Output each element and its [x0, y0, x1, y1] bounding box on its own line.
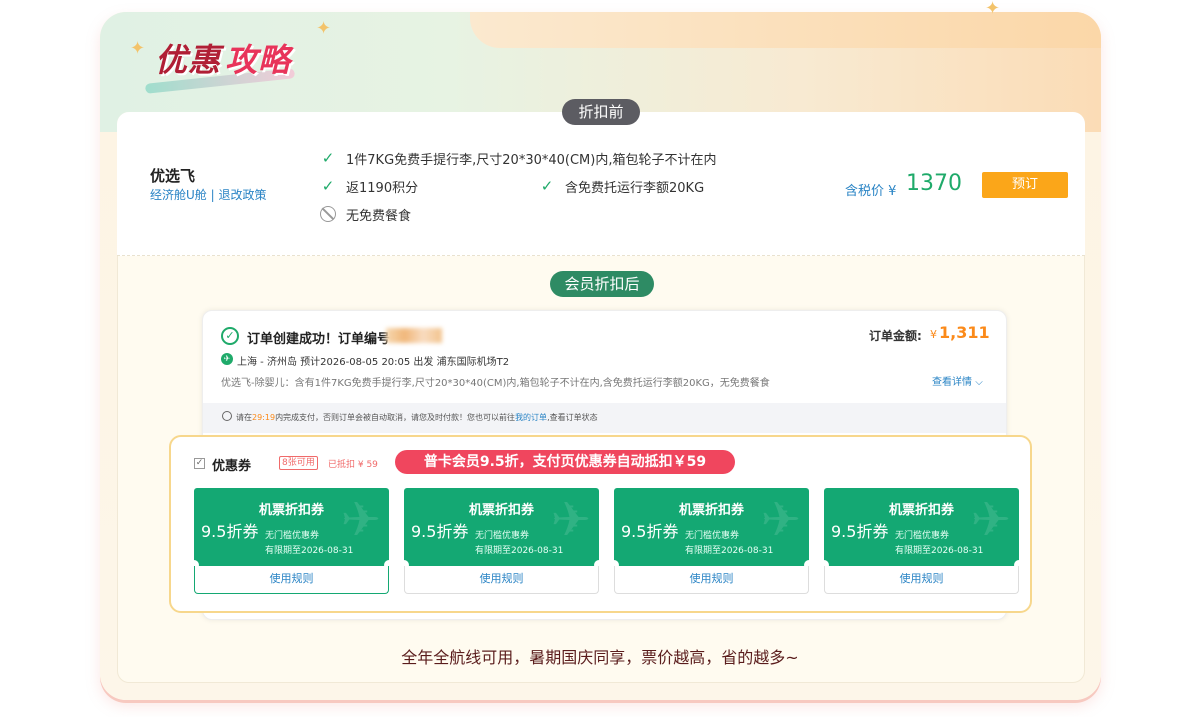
- sparkle-icon: ✦: [316, 18, 332, 39]
- coupon-expiry: 有限期至2026-08-31: [265, 546, 354, 556]
- see-details-label: 查看详情: [932, 377, 972, 388]
- airline-name: 优选飞: [150, 167, 196, 185]
- coupon-discount: 9.5折券: [201, 522, 259, 541]
- coupon-expiry: 有限期至2026-08-31: [685, 546, 774, 556]
- see-details-link[interactable]: 查看详情 ⌵: [932, 373, 983, 388]
- clock-icon: [222, 411, 232, 421]
- deducted-amount: 已抵扣 ¥ 59: [328, 460, 378, 470]
- usage-rules-button[interactable]: 使用规则: [614, 566, 809, 594]
- my-orders-link[interactable]: 我的订单: [515, 413, 547, 422]
- slogan: 全年全航线可用，暑期国庆同享，票价越高，省的越多~: [401, 648, 799, 667]
- chevron-down-icon: ⌵: [975, 377, 983, 388]
- after-discount-label: 会员折扣后: [550, 271, 654, 297]
- coupon-card[interactable]: ✈ 机票折扣券 9.5折券 无门槛优惠券 有限期至2026-08-31 使用规则: [189, 488, 394, 594]
- sparkle-icon: ✦: [130, 38, 146, 59]
- order-amount: ¥1,311: [930, 323, 990, 342]
- book-button[interactable]: 预订: [982, 172, 1068, 198]
- coupon-threshold: 无门槛优惠券: [265, 531, 320, 541]
- notice-text: 内完成支付，否则订单会被自动取消，请您及时付款！您也可以前往: [275, 413, 516, 422]
- feature-item: ✓ 1件7KG免费手提行李,尺寸20*30*40(CM)内,箱包轮子不计在内: [320, 149, 717, 168]
- check-icon: ✓: [321, 177, 335, 195]
- price-value: 1370: [906, 171, 962, 196]
- flight-route: 上海 - 济州岛 预计2026-08-05 20:05 出发 浦东国际机场T2: [237, 357, 510, 368]
- header-band-accent: [470, 12, 1101, 48]
- coupon-discount: 9.5折券: [411, 522, 469, 541]
- coupon-checkbox[interactable]: ✓: [194, 458, 205, 469]
- success-check-icon: ✓: [221, 327, 239, 345]
- before-discount-label: 折扣前: [562, 99, 640, 125]
- coupon-card[interactable]: ✈ 机票折扣券 9.5折券 无门槛优惠券 有限期至2026-08-31 使用规则: [399, 488, 604, 594]
- coupon-title: 机票折扣券: [258, 503, 324, 518]
- cabin-policy-link[interactable]: 经济舱U舱 | 退改政策: [150, 186, 266, 203]
- coupon-face: ✈ 机票折扣券 9.5折券 无门槛优惠券 有限期至2026-08-31: [194, 488, 389, 566]
- order-amount-value: 1,311: [939, 323, 990, 342]
- coupon-title: 机票折扣券: [888, 503, 954, 518]
- usage-rules-button[interactable]: 使用规则: [404, 566, 599, 594]
- currency-symbol: ¥: [930, 328, 937, 341]
- feature-text: 返1190积分: [346, 180, 419, 196]
- coupon-expiry: 有限期至2026-08-31: [475, 546, 564, 556]
- usage-rules-button[interactable]: 使用规则: [824, 566, 1019, 594]
- sparkle-icon: ✦: [985, 0, 1001, 19]
- check-icon: ✓: [540, 177, 554, 195]
- plane-icon: ✈: [221, 353, 233, 365]
- feature-item: ✓ 含免费托运行李额20KG: [539, 177, 705, 196]
- coupon-label: 优惠券: [212, 459, 252, 474]
- feature-text: 1件7KG免费手提行李,尺寸20*30*40(CM)内,箱包轮子不计在内: [346, 152, 717, 168]
- page-title-part2: 攻略: [225, 41, 292, 79]
- countdown: 29:19: [252, 413, 276, 422]
- coupon-threshold: 无门槛优惠券: [685, 531, 740, 541]
- coupon-card[interactable]: ✈ 机票折扣券 9.5折券 无门槛优惠券 有限期至2026-08-31 使用规则: [819, 488, 1024, 594]
- coupon-discount: 9.5折券: [831, 522, 889, 541]
- order-number-redacted: [386, 328, 442, 343]
- feature-text: 含免费托运行李额20KG: [565, 180, 705, 196]
- coupon-title: 机票折扣券: [468, 503, 534, 518]
- feature-text: 无免费餐食: [346, 208, 412, 224]
- fare-detail: 优选飞-除婴儿：含有1件7KG免费手提行李,尺寸20*30*40(CM)内,箱包…: [221, 378, 770, 389]
- notice-text: 请在: [236, 413, 252, 422]
- feature-item: 无免费餐食: [320, 205, 412, 224]
- usage-rules-button[interactable]: 使用规则: [194, 566, 389, 594]
- promo-banner: 普卡会员9.5折，支付页优惠券自动抵扣￥59: [395, 450, 735, 474]
- coupon-face: ✈ 机票折扣券 9.5折券 无门槛优惠券 有限期至2026-08-31: [824, 488, 1019, 566]
- coupon-threshold: 无门槛优惠券: [475, 531, 530, 541]
- page-title-part1: 优惠: [155, 41, 222, 79]
- coupon-face: ✈ 机票折扣券 9.5折券 无门槛优惠券 有限期至2026-08-31: [614, 488, 809, 566]
- coupon-title: 机票折扣券: [678, 503, 744, 518]
- payment-notice: 请在29:19内完成支付，否则订单会被自动取消，请您及时付款！您也可以前往我的订…: [236, 412, 598, 423]
- order-amount-label: 订单金额:: [869, 329, 922, 343]
- order-success-text: 订单创建成功！订单编号: [247, 332, 391, 347]
- coupon-expiry: 有限期至2026-08-31: [895, 546, 984, 556]
- coupon-card[interactable]: ✈ 机票折扣券 9.5折券 无门槛优惠券 有限期至2026-08-31 使用规则: [609, 488, 814, 594]
- price-label: 含税价 ¥: [845, 184, 897, 199]
- notice-text: ,查看订单状态: [547, 413, 598, 422]
- available-count-badge: 8张可用: [279, 456, 318, 470]
- coupon-threshold: 无门槛优惠券: [895, 531, 950, 541]
- coupon-face: ✈ 机票折扣券 9.5折券 无门槛优惠券 有限期至2026-08-31: [404, 488, 599, 566]
- feature-item: ✓ 返1190积分: [320, 177, 419, 196]
- coupon-discount: 9.5折券: [621, 522, 679, 541]
- no-icon: [320, 206, 336, 222]
- check-icon: ✓: [321, 149, 335, 167]
